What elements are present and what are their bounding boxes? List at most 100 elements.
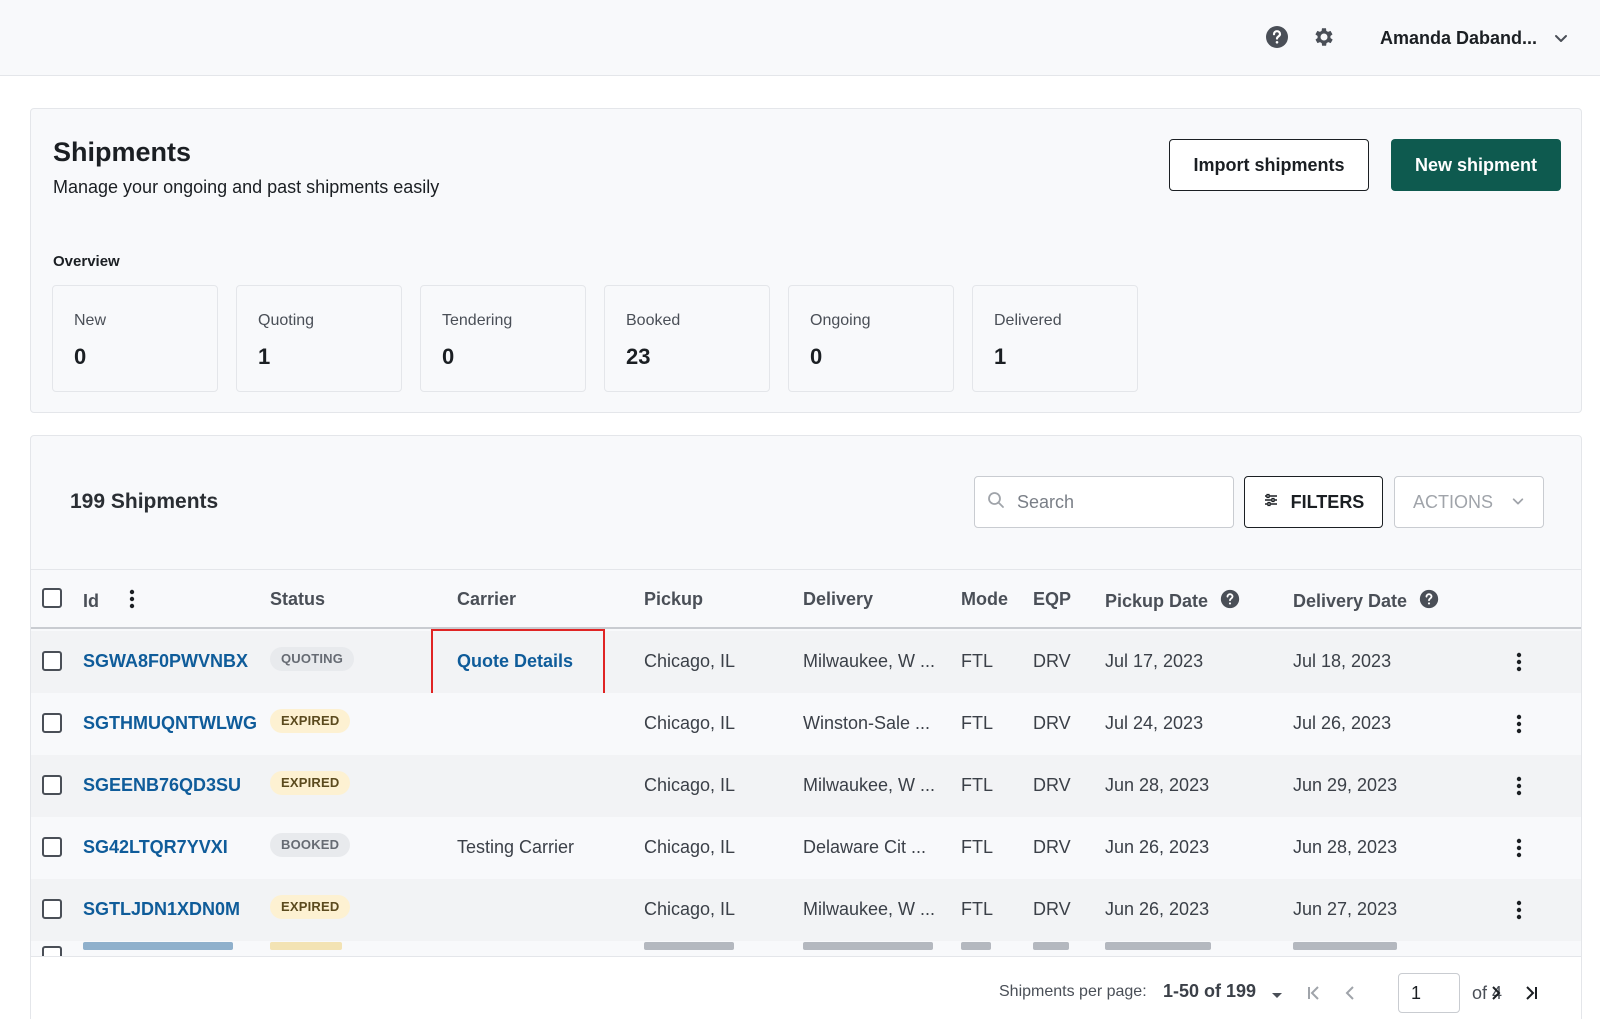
new-shipment-button[interactable]: New shipment	[1391, 139, 1561, 191]
pickup-cell: Chicago, IL	[644, 651, 736, 671]
table-row[interactable]: SG42LTQR7YVXI BOOKED Testing Carrier Chi…	[31, 817, 1581, 879]
sliders-icon	[1263, 492, 1279, 513]
row-checkbox[interactable]	[42, 899, 62, 919]
stat-value: 1	[994, 344, 1007, 369]
table-header: Id Status Carrier Pickup Delivery Mode E…	[31, 569, 1581, 629]
stat-tile-quoting[interactable]: Quoting 1	[236, 285, 402, 392]
actions-dropdown[interactable]: ACTIONS	[1394, 476, 1544, 528]
delivery-cell: Winston-Sale ...	[803, 713, 931, 733]
filters-label: FILTERS	[1290, 491, 1365, 512]
delivery-date-cell: Jun 28, 2023	[1293, 837, 1398, 857]
row-menu-icon[interactable]	[1507, 773, 1531, 799]
column-header-pickup[interactable]: Pickup	[644, 589, 703, 610]
pickup-cell: Chicago, IL	[644, 899, 736, 919]
column-header-status[interactable]: Status	[270, 589, 325, 610]
import-shipments-button[interactable]: Import shipments	[1169, 139, 1369, 191]
top-bar: Amanda Daband...	[0, 0, 1600, 76]
shipment-id-link[interactable]: SGWA8F0PWVNBX	[83, 651, 248, 672]
status-badge: EXPIRED	[270, 895, 351, 919]
delivery-date-cell: Jun 27, 2023	[1293, 899, 1398, 919]
next-page-icon[interactable]	[1484, 980, 1508, 1006]
shipments-header-card: Shipments Manage your ongoing and past s…	[30, 108, 1582, 413]
first-page-icon[interactable]	[1302, 980, 1326, 1006]
shipment-id-link[interactable]: SGTLJDN1XDN0M	[83, 899, 240, 920]
delivery-date-cell: Jun 29, 2023	[1293, 775, 1398, 795]
row-menu-icon[interactable]	[1507, 649, 1531, 675]
stat-value: 23	[626, 344, 651, 369]
status-badge: BOOKED	[270, 833, 351, 857]
column-header-delivery-date[interactable]: Delivery Date	[1293, 589, 1439, 614]
caret-down-icon[interactable]	[1271, 987, 1283, 1005]
column-header-carrier[interactable]: Carrier	[457, 589, 516, 610]
help-circle-icon[interactable]	[1264, 24, 1290, 50]
eqp-cell: DRV	[1033, 651, 1071, 671]
more-vertical-icon[interactable]	[129, 589, 135, 614]
stat-label: Quoting	[258, 312, 315, 329]
per-page-select[interactable]: 1-50 of 199	[1163, 981, 1256, 1002]
table-row[interactable]: SGWA8F0PWVNBX QUOTING Quote Details Chic…	[31, 629, 1581, 695]
search-box[interactable]	[974, 476, 1234, 528]
stat-tile-delivered[interactable]: Delivered 1	[972, 285, 1138, 392]
delivery-cell: Delaware Cit ...	[803, 837, 927, 857]
delivery-cell: Milwaukee, W ...	[803, 651, 936, 671]
table-row[interactable]: SGTHMUQNTWLWG EXPIRED Chicago, IL Winsto…	[31, 693, 1581, 755]
eqp-cell: DRV	[1033, 899, 1071, 919]
mode-cell: FTL	[961, 837, 994, 857]
row-menu-icon[interactable]	[1507, 897, 1531, 923]
highlight-box	[431, 629, 605, 695]
mode-cell: FTL	[961, 775, 994, 795]
column-header-id[interactable]: Id	[83, 589, 135, 614]
chevron-down-icon	[1511, 492, 1525, 513]
column-header-mode[interactable]: Mode	[961, 589, 1008, 610]
table-row[interactable]: SGTLJDN1XDN0M EXPIRED Chicago, IL Milwau…	[31, 879, 1581, 941]
clipped-text	[1105, 942, 1211, 950]
prev-page-icon[interactable]	[1338, 980, 1362, 1006]
row-checkbox[interactable]	[42, 775, 62, 795]
column-header-eqp[interactable]: EQP	[1033, 589, 1071, 610]
column-label: Id	[83, 591, 99, 611]
clipped-text	[1293, 942, 1397, 950]
help-circle-icon[interactable]	[1419, 589, 1439, 614]
column-label: Delivery Date	[1293, 591, 1408, 611]
mode-cell: FTL	[961, 651, 994, 671]
row-checkbox[interactable]	[42, 837, 62, 857]
clipped-text	[803, 942, 933, 950]
status-badge: EXPIRED	[270, 709, 351, 733]
stat-tile-ongoing[interactable]: Ongoing 0	[788, 285, 954, 392]
row-checkbox[interactable]	[42, 713, 62, 733]
carrier-cell: Testing Carrier	[457, 837, 575, 857]
page-number-input[interactable]	[1398, 973, 1460, 1013]
filters-button[interactable]: FILTERS	[1244, 476, 1383, 528]
overview-label: Overview	[53, 253, 120, 270]
clipped-badge	[270, 942, 342, 950]
shipment-id-link[interactable]: SG42LTQR7YVXI	[83, 837, 228, 858]
shipments-table-card: 199 Shipments FILTERS ACTIONS Id Status …	[30, 435, 1582, 1019]
last-page-icon[interactable]	[1519, 980, 1543, 1006]
stat-value: 0	[74, 344, 87, 369]
column-header-pickup-date[interactable]: Pickup Date	[1105, 589, 1240, 614]
select-all-checkbox[interactable]	[42, 588, 62, 608]
help-circle-icon[interactable]	[1220, 589, 1240, 614]
pickup-cell: Chicago, IL	[644, 713, 736, 733]
stat-value: 0	[810, 344, 823, 369]
stat-tile-tendering[interactable]: Tendering 0	[420, 285, 586, 392]
row-menu-icon[interactable]	[1507, 711, 1531, 737]
stat-tile-booked[interactable]: Booked 23	[604, 285, 770, 392]
row-checkbox[interactable]	[42, 651, 62, 671]
user-name: Amanda Daband...	[1380, 27, 1538, 48]
status-badge: EXPIRED	[270, 771, 351, 795]
shipment-id-link[interactable]: SGTHMUQNTWLWG	[83, 713, 257, 734]
row-checkbox[interactable]	[42, 946, 62, 956]
page-subtitle: Manage your ongoing and past shipments e…	[53, 177, 440, 197]
search-icon	[987, 491, 1005, 514]
stat-tile-new[interactable]: New 0	[52, 285, 218, 392]
mode-cell: FTL	[961, 713, 994, 733]
table-row[interactable]: SGEENB76QD3SU EXPIRED Chicago, IL Milwau…	[31, 755, 1581, 817]
column-header-delivery[interactable]: Delivery	[803, 589, 873, 610]
search-input[interactable]	[1017, 491, 1207, 513]
gear-icon[interactable]	[1311, 24, 1337, 50]
user-menu[interactable]: Amanda Daband...	[1380, 24, 1569, 52]
shipment-id-link[interactable]: SGEENB76QD3SU	[83, 775, 241, 796]
pickup-date-cell: Jun 26, 2023	[1105, 899, 1210, 919]
row-menu-icon[interactable]	[1507, 835, 1531, 861]
